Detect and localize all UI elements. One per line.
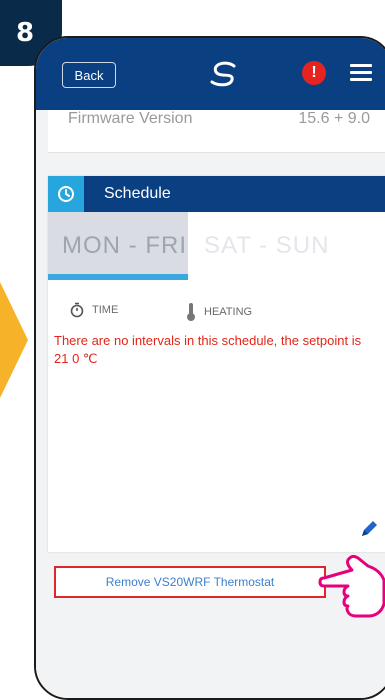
pointing-hand-icon: [318, 554, 385, 618]
heating-column-header: HEATING: [186, 302, 252, 322]
thermometer-icon: [187, 303, 195, 321]
tab-sat-sun[interactable]: SAT - SUN: [188, 212, 338, 280]
alert-glyph: !: [311, 64, 317, 81]
top-bar: Back !: [36, 38, 385, 110]
tab-mon-fri-label: MON - FRI: [62, 232, 187, 259]
tab-sat-sun-label: SAT - SUN: [204, 232, 330, 259]
time-column-header: TIME: [70, 302, 118, 318]
arrow-indicator: [0, 282, 28, 398]
heating-label: HEATING: [204, 306, 253, 318]
remove-thermostat-label: Remove VS20WRF Thermostat: [105, 575, 275, 589]
schedule-title: Schedule: [104, 185, 171, 202]
step-number: 8: [15, 18, 35, 48]
time-label: TIME: [92, 304, 119, 316]
tab-mon-fri[interactable]: MON - FRI: [48, 212, 188, 280]
clock-icon: [48, 176, 84, 212]
remove-thermostat-button[interactable]: Remove VS20WRF Thermostat: [54, 566, 326, 598]
firmware-row: Firmware Version 15.6 + 9.0: [48, 110, 385, 153]
schedule-message: There are no intervals in this schedule,…: [54, 333, 362, 366]
stopwatch-icon: [70, 302, 84, 318]
back-button[interactable]: Back: [62, 62, 116, 88]
schedule-card: Schedule MON - FRI SAT - SUN TIME HEATIN…: [48, 176, 385, 552]
schedule-header: Schedule: [48, 176, 385, 212]
alert-icon[interactable]: !: [302, 61, 326, 85]
logo-icon: [210, 61, 236, 87]
menu-icon[interactable]: [350, 64, 372, 82]
firmware-label: Firmware Version: [68, 110, 193, 127]
pencil-icon[interactable]: [358, 518, 380, 540]
firmware-value: 15.6 + 9.0: [298, 110, 370, 127]
